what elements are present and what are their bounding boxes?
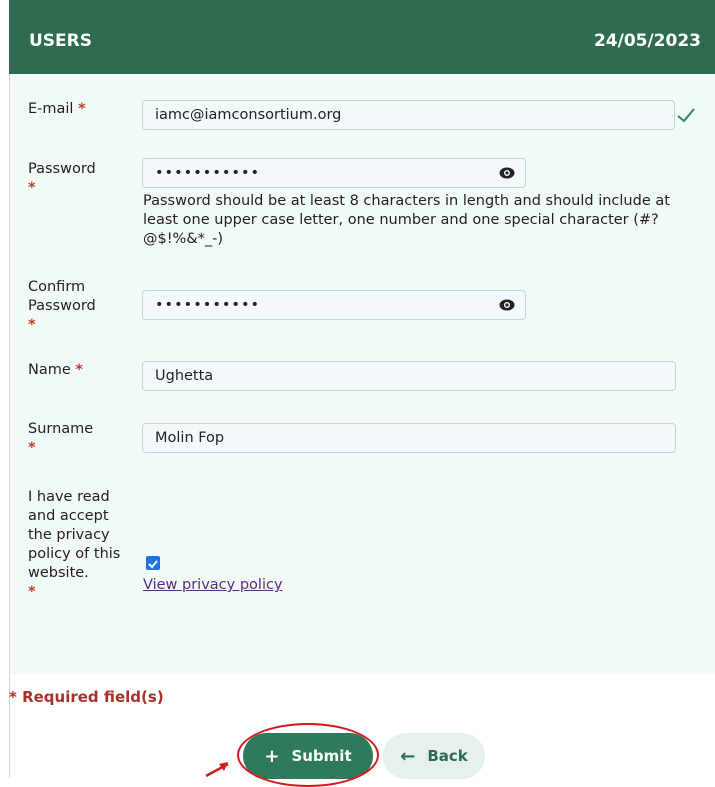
password-label: Password *: [28, 161, 96, 196]
page-title: USERS: [29, 31, 92, 51]
required-asterisk: *: [28, 440, 36, 456]
privacy-label: I have read and accept the privacy polic…: [28, 489, 121, 600]
form-left-border: [9, 74, 10, 778]
surname-label: Surname *: [28, 421, 94, 456]
show-password-eye-icon[interactable]: [499, 166, 515, 180]
confirm-password-field[interactable]: •••••••••••: [142, 290, 526, 320]
password-field[interactable]: •••••••••••: [142, 158, 526, 188]
arrow-left-icon: ←: [400, 745, 416, 767]
back-button[interactable]: ← Back: [383, 733, 485, 779]
view-privacy-policy-link[interactable]: View privacy policy: [143, 577, 283, 593]
valid-check-icon: [677, 108, 695, 123]
annotation-arrow-icon: [205, 762, 229, 778]
email-label: E-mail *: [28, 101, 86, 117]
required-asterisk: *: [28, 317, 36, 333]
confirm-password-label: Confirm Password *: [28, 279, 96, 333]
privacy-checkbox[interactable]: [146, 556, 160, 570]
name-field[interactable]: Ughetta: [142, 361, 676, 391]
header-date: 24/05/2023: [593, 31, 701, 51]
required-asterisk: *: [75, 362, 83, 378]
password-hint: Password should be at least 8 characters…: [143, 193, 670, 247]
checkmark-icon: [148, 560, 158, 569]
name-label: Name *: [28, 362, 83, 378]
email-field[interactable]: iamc@iamconsortium.org: [142, 100, 675, 130]
highlight-circle: [237, 723, 379, 787]
surname-field[interactable]: Molin Fop: [142, 423, 676, 453]
required-asterisk: *: [28, 180, 36, 196]
page-header: USERS 24/05/2023: [9, 0, 715, 74]
required-fields-note: * Required field(s): [9, 688, 164, 706]
required-asterisk: *: [78, 101, 86, 117]
show-password-eye-icon[interactable]: [499, 298, 515, 312]
required-asterisk: *: [28, 584, 36, 600]
